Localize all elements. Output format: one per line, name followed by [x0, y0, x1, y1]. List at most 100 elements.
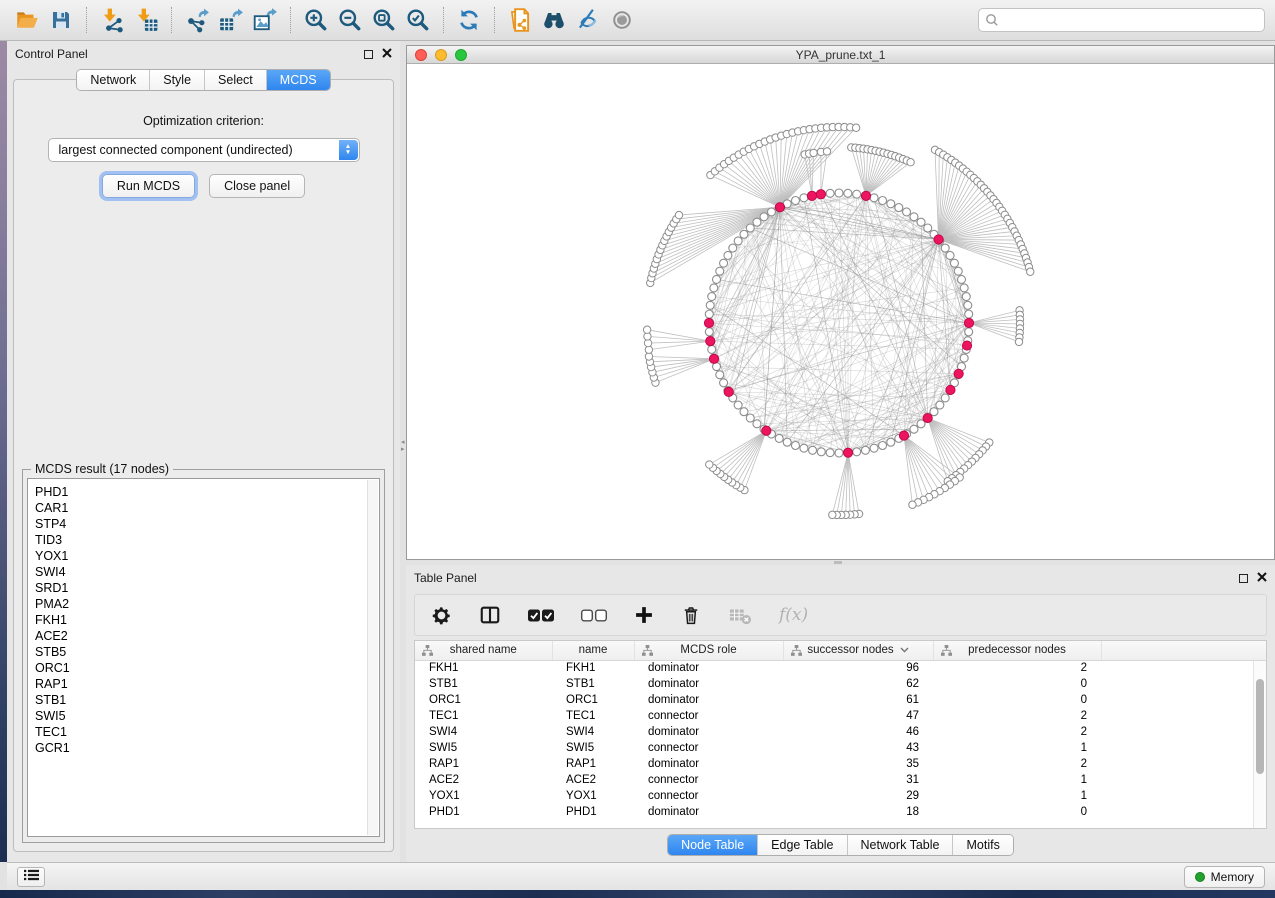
close-panel-button[interactable]: Close panel: [209, 174, 305, 198]
mcds-result-item[interactable]: YOX1: [35, 548, 379, 564]
memory-status-icon: [1195, 872, 1205, 882]
cell-successor-nodes: 47: [783, 708, 933, 724]
memory-button[interactable]: Memory: [1184, 866, 1265, 888]
table-row[interactable]: SWI4SWI4dominator462: [415, 724, 1266, 740]
table-scrollbar-thumb[interactable]: [1256, 679, 1264, 774]
table-row[interactable]: ACE2ACE2connector311: [415, 772, 1266, 788]
eye-slash-icon: [575, 7, 601, 33]
table-scrollbar[interactable]: [1253, 661, 1266, 828]
table-tab-edge-table[interactable]: Edge Table: [757, 835, 846, 855]
mcds-result-item[interactable]: RAP1: [35, 676, 379, 692]
import-network-button[interactable]: [95, 4, 129, 36]
table-row[interactable]: TEC1TEC1connector472: [415, 708, 1266, 724]
network-window: YPA_prune.txt_1: [406, 45, 1275, 560]
select-all-icon[interactable]: [528, 608, 554, 623]
table-tab-node-table[interactable]: Node Table: [668, 835, 757, 855]
splitter-collapse-icon[interactable]: ◂▸: [401, 439, 405, 453]
export-image-button[interactable]: [248, 4, 282, 36]
tab-mcds[interactable]: MCDS: [266, 70, 330, 90]
save-floppy-icon: [49, 8, 73, 32]
table-tab-motifs[interactable]: Motifs: [952, 835, 1012, 855]
tab-select[interactable]: Select: [204, 70, 266, 90]
network-graph-canvas[interactable]: [407, 64, 1274, 559]
hide-flagged-button[interactable]: [571, 4, 605, 36]
mcds-result-item[interactable]: SWI5: [35, 708, 379, 724]
criterion-dropdown[interactable]: largest connected component (undirected)…: [48, 138, 360, 162]
column-header-shared-name[interactable]: shared name: [415, 641, 552, 660]
show-hidden-button[interactable]: [605, 4, 639, 36]
run-mcds-button[interactable]: Run MCDS: [102, 174, 195, 198]
search-input[interactable]: [978, 8, 1265, 32]
table-row[interactable]: RAP1RAP1dominator352: [415, 756, 1266, 772]
export-table-button[interactable]: [214, 4, 248, 36]
column-header-predecessor-nodes[interactable]: predecessor nodes: [933, 641, 1101, 660]
deselect-all-icon[interactable]: [581, 608, 607, 623]
mcds-result-item[interactable]: TID3: [35, 532, 379, 548]
window-minimize-icon[interactable]: [435, 49, 447, 61]
mcds-result-item[interactable]: PMA2: [35, 596, 379, 612]
horizontal-splitter[interactable]: [406, 560, 1275, 565]
zoom-out-button[interactable]: [333, 4, 367, 36]
cell-predecessor-nodes: 0: [933, 804, 1101, 820]
mcds-result-item[interactable]: SRD1: [35, 580, 379, 596]
float-panel-icon[interactable]: [1239, 574, 1248, 583]
mcds-result-item[interactable]: FKH1: [35, 612, 379, 628]
cell-MCDS-role: connector: [634, 772, 783, 788]
new-network-from-selection-button[interactable]: [503, 4, 537, 36]
status-bar: Memory: [7, 862, 1275, 890]
tab-style[interactable]: Style: [149, 70, 204, 90]
result-list-scrollbar[interactable]: [367, 480, 378, 835]
close-panel-icon[interactable]: [1257, 571, 1267, 585]
settings-gear-icon[interactable]: [431, 605, 452, 626]
column-header-name[interactable]: name: [552, 641, 634, 660]
splitter-grip[interactable]: [834, 561, 842, 564]
table-row[interactable]: ORC1ORC1dominator610: [415, 692, 1266, 708]
task-history-button[interactable]: [17, 867, 45, 887]
mcds-result-item[interactable]: ORC1: [35, 660, 379, 676]
cell-MCDS-role: dominator: [634, 676, 783, 692]
zoom-selected-button[interactable]: [401, 4, 435, 36]
window-maximize-icon[interactable]: [455, 49, 467, 61]
add-column-icon[interactable]: [634, 605, 654, 625]
window-close-icon[interactable]: [415, 49, 427, 61]
column-header-successor-nodes[interactable]: successor nodes: [783, 641, 933, 660]
table-tab-network-table[interactable]: Network Table: [847, 835, 953, 855]
delete-column-trash-icon[interactable]: [681, 605, 701, 626]
export-network-button[interactable]: [180, 4, 214, 36]
network-graph[interactable]: [407, 64, 1274, 559]
zoom-in-icon: [303, 7, 329, 33]
table-row[interactable]: SWI5SWI5connector431: [415, 740, 1266, 756]
mcds-result-item[interactable]: STB5: [35, 644, 379, 660]
show-column-panel-icon[interactable]: [479, 604, 501, 626]
save-session-button[interactable]: [44, 4, 78, 36]
tab-network[interactable]: Network: [77, 70, 149, 90]
mcds-result-list[interactable]: PHD1CAR1STP4TID3YOX1SWI4SRD1PMA2FKH1ACE2…: [27, 478, 380, 837]
mcds-result-item[interactable]: CAR1: [35, 500, 379, 516]
cell-shared-name: SWI5: [415, 740, 552, 756]
table-row[interactable]: PHD1PHD1dominator180: [415, 804, 1266, 820]
table-row[interactable]: STB1STB1dominator620: [415, 676, 1266, 692]
mcds-result-item[interactable]: STB1: [35, 692, 379, 708]
close-panel-icon[interactable]: [382, 47, 392, 61]
cell-predecessor-nodes: 1: [933, 772, 1101, 788]
mcds-result-item[interactable]: GCR1: [35, 740, 379, 756]
import-table-button[interactable]: [129, 4, 163, 36]
mcds-result-item[interactable]: STP4: [35, 516, 379, 532]
table-row[interactable]: YOX1YOX1connector291: [415, 788, 1266, 804]
zoom-fit-button[interactable]: [367, 4, 401, 36]
export-image-icon: [252, 7, 278, 33]
mcds-result-item[interactable]: ACE2: [35, 628, 379, 644]
table-row[interactable]: FKH1FKH1dominator962: [415, 660, 1266, 676]
find-button[interactable]: [537, 4, 571, 36]
mcds-result-item[interactable]: PHD1: [35, 484, 379, 500]
mcds-result-item[interactable]: TEC1: [35, 724, 379, 740]
open-session-button[interactable]: [10, 4, 44, 36]
apply-layout-button[interactable]: [452, 4, 486, 36]
mcds-result-item[interactable]: SWI4: [35, 564, 379, 580]
column-header-MCDS-role[interactable]: MCDS role: [634, 641, 783, 660]
float-panel-icon[interactable]: [364, 50, 373, 59]
network-window-titlebar[interactable]: YPA_prune.txt_1: [407, 46, 1274, 64]
zoom-in-button[interactable]: [299, 4, 333, 36]
panel-splitter[interactable]: ◂▸: [400, 41, 406, 862]
main-toolbar: [0, 0, 1275, 41]
